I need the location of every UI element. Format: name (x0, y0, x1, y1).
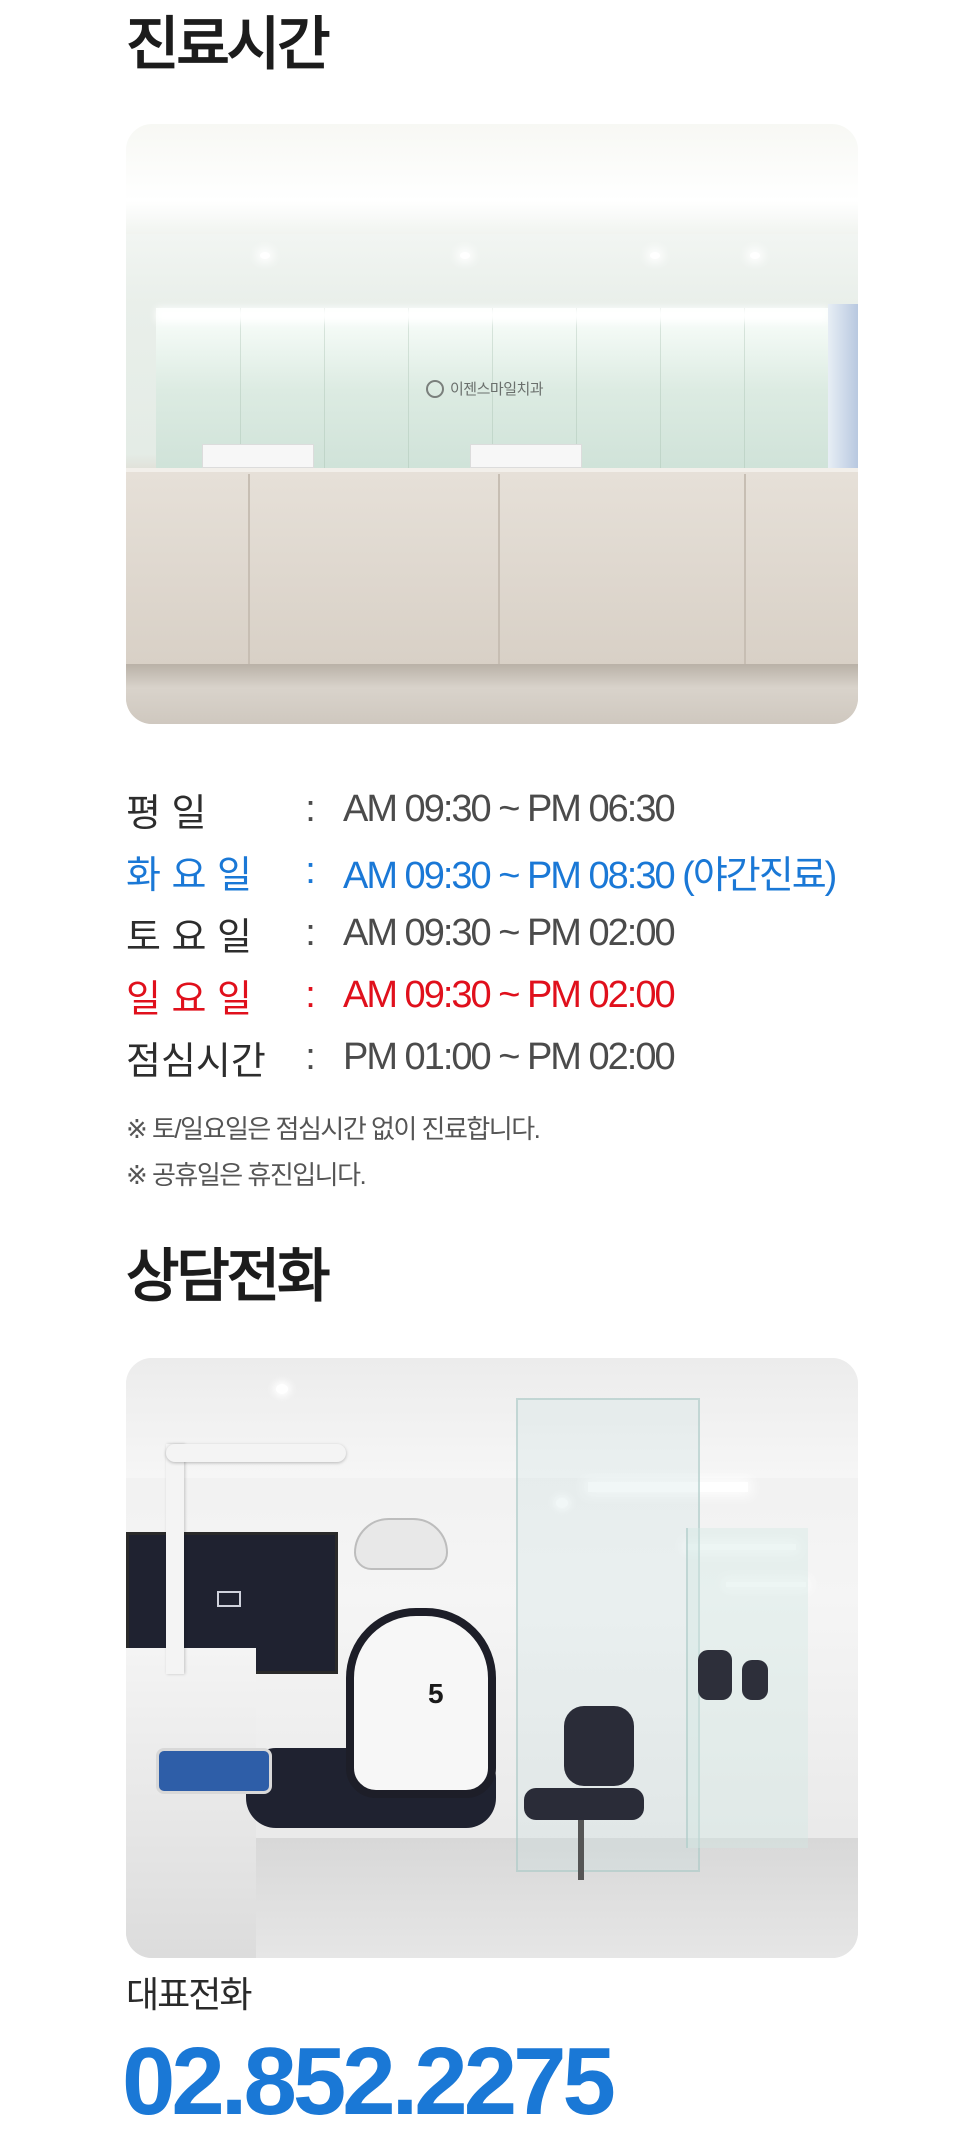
time-range: AM 09:30 ~ PM 06:30 (343, 787, 676, 830)
time-range: AM 09:30 ~ PM 02:00 (343, 911, 676, 954)
ceiling-light (260, 252, 270, 259)
reception-counter (126, 472, 858, 668)
chair-number: 5 (428, 1678, 444, 1709)
reception-floor (126, 664, 858, 724)
dental-chair-back (346, 1608, 496, 1798)
colon: : (305, 849, 316, 892)
consult-section-title: 상담전화 (126, 1244, 330, 1309)
dental-chair-distant (742, 1660, 768, 1700)
reception-photo: 이젠스마일치과 (126, 124, 858, 724)
day-label: 화 요 일 (126, 844, 276, 899)
dental-unit-base (126, 1648, 256, 1958)
schedule-notes: ※ 토/일요일은 점심시간 없이 진료합니다. ※ 공휴일은 휴진입니다. (126, 1106, 541, 1198)
hours-section-title: 진료시간 (126, 12, 330, 77)
reception-sign-text: 이젠스마일치과 (450, 381, 544, 398)
schedule-row-tuesday: 화 요 일 : AM 09:30 ~ PM 08:30 (야간진료) (126, 840, 926, 902)
schedule-row-weekday: 평 일 : AM 09:30 ~ PM 06:30 (126, 778, 926, 840)
ceiling-light (460, 252, 470, 259)
reception-monitor (470, 444, 582, 468)
ceiling-light (750, 252, 760, 259)
time-range: AM 09:30 ~ PM 08:30 (야간진료) (343, 854, 837, 897)
stool-leg (578, 1820, 584, 1880)
colon: : (305, 787, 316, 830)
colon: : (305, 1035, 316, 1078)
day-label: 일 요 일 (126, 968, 276, 1023)
day-label: 평 일 (126, 782, 276, 837)
stool-backrest (564, 1706, 634, 1786)
time-range: AM 09:30 ~ PM 02:00 (343, 973, 676, 1016)
treatment-room-photo: 5 (126, 1358, 858, 1958)
reception-side-panel (828, 304, 858, 474)
clinic-logo-icon (426, 379, 444, 398)
stool-seat (524, 1788, 644, 1820)
schedule-row-sunday: 일 요 일 : AM 09:30 ~ PM 02:00 (126, 964, 926, 1026)
note-holiday: ※ 공휴일은 휴진입니다. (126, 1160, 367, 1190)
colon: : (305, 973, 316, 1016)
day-label-text: 화 요 일 (126, 854, 252, 897)
reception-sign: 이젠스마일치과 (426, 378, 544, 399)
light-arm-pole (166, 1444, 184, 1674)
phone-label: 대표전화 (126, 1974, 252, 2015)
counter-seam (744, 474, 746, 664)
reception-ceiling (126, 124, 858, 234)
reception-monitor (202, 444, 314, 468)
time-range: PM 01:00 ~ PM 02:00 (343, 1035, 676, 1078)
instrument-tray (156, 1748, 272, 1794)
day-label: 토 요 일 (126, 906, 276, 961)
counter-seam (498, 474, 500, 664)
day-label-text: 평 일 (126, 792, 207, 835)
colon: : (305, 911, 316, 954)
day-label-text: 일 요 일 (126, 978, 252, 1021)
schedule-row-lunch: 점심시간 : PM 01:00 ~ PM 02:00 (126, 1026, 926, 1088)
day-label: 점심시간 (126, 1030, 276, 1085)
schedule-list: 평 일 : AM 09:30 ~ PM 06:30 화 요 일 : AM 09:… (126, 778, 926, 1088)
dental-lamp (354, 1518, 448, 1570)
wall-glow (156, 308, 828, 322)
day-label-text: 점심시간 (126, 1040, 266, 1083)
counter-seam (248, 474, 250, 664)
light-arm (166, 1444, 346, 1462)
ceiling-light (650, 252, 660, 259)
dental-chair-distant (698, 1650, 732, 1700)
schedule-row-saturday: 토 요 일 : AM 09:30 ~ PM 02:00 (126, 902, 926, 964)
day-label-text: 토 요 일 (126, 916, 252, 959)
note-weekend-lunch: ※ 토/일요일은 점심시간 없이 진료합니다. (126, 1114, 541, 1144)
monitor-screen-icon (217, 1591, 241, 1607)
ceiling-spotlight (276, 1384, 288, 1394)
